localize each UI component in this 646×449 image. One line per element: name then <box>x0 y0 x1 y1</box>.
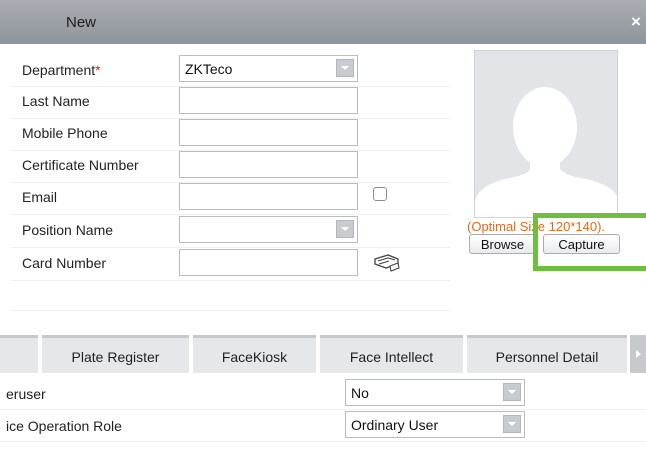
department-value: ZKTeco <box>185 61 233 77</box>
tab-face-intellect[interactable]: Face Intellect <box>320 335 463 373</box>
certificate-number-field[interactable] <box>179 151 358 178</box>
browse-button[interactable]: Browse <box>469 234 536 254</box>
tab-personnel-detail[interactable]: Personnel Detail <box>467 335 627 373</box>
capture-highlight-box <box>533 213 646 271</box>
position-name-select[interactable] <box>179 216 358 243</box>
card-number-field[interactable] <box>179 249 358 276</box>
close-icon[interactable]: × <box>631 12 641 32</box>
row-divider <box>10 280 450 281</box>
department-label: Department* <box>22 62 101 78</box>
chevron-down-icon[interactable] <box>503 383 521 401</box>
last-name-label: Last Name <box>22 93 90 109</box>
tab-plate-register[interactable]: Plate Register <box>42 335 189 373</box>
row-divider <box>10 310 450 311</box>
tab-hidden-left[interactable] <box>0 335 38 373</box>
mobile-phone-label: Mobile Phone <box>22 125 108 141</box>
superuser-select[interactable]: No <box>345 379 525 406</box>
tab-scroll-right-icon[interactable] <box>630 335 646 373</box>
card-number-label: Card Number <box>22 255 107 271</box>
chevron-down-icon[interactable] <box>336 59 354 77</box>
email-checkbox[interactable] <box>373 187 387 201</box>
row-divider <box>0 409 646 410</box>
certificate-number-label: Certificate Number <box>22 157 139 173</box>
device-operation-role-value: Ordinary User <box>351 417 439 433</box>
required-mark: * <box>95 62 101 78</box>
position-name-label: Position Name <box>22 222 114 238</box>
row-divider <box>10 214 450 215</box>
mobile-phone-field[interactable] <box>179 119 358 146</box>
superuser-value: No <box>351 385 369 401</box>
last-name-field[interactable] <box>179 87 358 114</box>
department-select[interactable]: ZKTeco <box>179 55 358 82</box>
chevron-down-icon[interactable] <box>336 220 354 238</box>
row-divider <box>10 247 450 248</box>
device-operation-role-label: ice Operation Role <box>6 418 122 434</box>
tab-facekiosk[interactable]: FaceKiosk <box>193 335 316 373</box>
row-divider <box>0 441 646 442</box>
photo-placeholder <box>474 50 618 218</box>
chevron-down-icon[interactable] <box>503 415 521 433</box>
person-silhouette-icon <box>475 87 617 217</box>
dialog-title-bar <box>0 0 646 44</box>
card-reader-icon[interactable] <box>372 252 402 272</box>
email-label: Email <box>22 189 58 205</box>
device-operation-role-select[interactable]: Ordinary User <box>345 411 525 438</box>
email-field[interactable] <box>179 183 358 210</box>
dialog-title: New <box>66 14 97 31</box>
superuser-label: eruser <box>6 386 46 402</box>
